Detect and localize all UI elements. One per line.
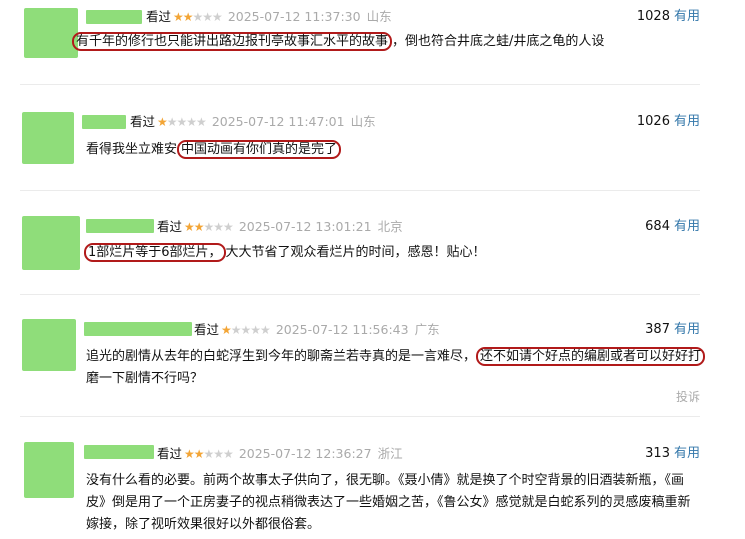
vote-area: 313 有用 xyxy=(645,445,700,463)
comment-location: 北京 xyxy=(377,219,403,234)
watch-status: 看过 xyxy=(130,114,156,129)
comment-location: 广东 xyxy=(414,322,440,337)
star-icon: ★ xyxy=(157,115,168,129)
star-icon: ★★★★ xyxy=(230,323,271,337)
content-text: ，倒也符合井底之蛙/井底之龟的人设 xyxy=(392,34,605,49)
watch-status: 看过 xyxy=(146,9,172,24)
comment-time: 2025-07-12 11:47:01 xyxy=(211,114,345,129)
content-line: 没有什么看的必要。前两个故事太子供向了，很无聊。《聂小倩》就是换了个时空背景的旧… xyxy=(86,473,685,488)
comment-meta: 看过 ★★★★★ 2025-07-12 11:47:01 山东 xyxy=(130,113,376,131)
vote-count: 313 xyxy=(645,446,670,461)
comment-meta: 看过 ★★★★★ 2025-07-12 11:56:43 广东 xyxy=(194,321,440,339)
avatar[interactable] xyxy=(22,112,74,164)
content-line: 追光的剧情从去年的白蛇浮生到今年的聊斋兰若寺真的是一言难尽， 还不如请个好点的编剧… xyxy=(86,346,726,368)
vote-count: 387 xyxy=(645,322,670,337)
comment-content: 没有什么看的必要。前两个故事太子供向了，很无聊。《聂小倩》就是换了个时空背景的旧… xyxy=(86,470,726,536)
username[interactable] xyxy=(86,10,142,24)
star-icon: ★★ xyxy=(184,220,204,234)
comment-content: 1部烂片等于6部烂片， 大大节省了观众看烂片的时间，感恩！贴心！ xyxy=(84,242,704,264)
star-icon: ★ xyxy=(221,323,232,337)
useful-button[interactable]: 有用 xyxy=(674,322,700,337)
vote-area: 387 有用 xyxy=(645,321,700,339)
highlight-box: 1部烂片等于6部烂片， xyxy=(84,243,226,262)
avatar[interactable] xyxy=(24,442,74,498)
vote-area: 684 有用 xyxy=(645,218,700,236)
content-line: 皮》倒是用了一个正房妻子的视点稍微表达了一些婚姻之苦，《鲁公女》感觉就是白蛇系列… xyxy=(86,495,691,510)
comment-location: 浙江 xyxy=(377,446,403,461)
comment-content: 有千年的修行也只能讲出路边报刊亭故事汇水平的故事 ，倒也符合井底之蛙/井底之龟的人… xyxy=(72,31,712,53)
comment-meta: 看过 ★★★★★ 2025-07-12 12:36:27 浙江 xyxy=(157,445,403,463)
content-line: 嫁接，除了视听效果很好以外都很俗套。 xyxy=(86,517,321,532)
avatar[interactable] xyxy=(24,8,78,58)
vote-count: 1028 xyxy=(636,9,670,24)
comment-time: 2025-07-12 11:37:30 xyxy=(227,9,361,24)
star-icon: ★★★★ xyxy=(166,115,207,129)
highlight-box: 还不如请个好点的编剧或者可以好好打 xyxy=(476,347,706,366)
username[interactable] xyxy=(84,322,192,336)
comment-content: 看得我坐立难安 中国动画有你们真的是完了 xyxy=(86,139,706,161)
rating-stars: ★★★★★ xyxy=(173,10,223,24)
highlight-box: 有千年的修行也只能讲出路边报刊亭故事汇水平的故事 xyxy=(72,32,393,51)
username[interactable] xyxy=(84,445,154,459)
rating-stars: ★★★★★ xyxy=(184,447,234,461)
comment-time: 2025-07-12 13:01:21 xyxy=(238,219,372,234)
username[interactable] xyxy=(86,219,154,233)
vote-area: 1028 有用 xyxy=(637,8,700,26)
star-icon: ★★ xyxy=(184,447,204,461)
username[interactable] xyxy=(82,115,126,129)
comment-time: 2025-07-12 12:36:27 xyxy=(238,446,372,461)
report-button[interactable]: 投诉 xyxy=(676,388,700,405)
vote-area: 1026 有用 xyxy=(637,113,700,131)
divider xyxy=(20,416,700,417)
watch-status: 看过 xyxy=(157,446,183,461)
highlight-box: 中国动画有你们真的是完了 xyxy=(177,140,342,159)
star-icon: ★★★ xyxy=(203,447,234,461)
useful-button[interactable]: 有用 xyxy=(674,114,700,129)
divider xyxy=(20,84,700,85)
comment-time: 2025-07-12 11:56:43 xyxy=(275,322,409,337)
watch-status: 看过 xyxy=(194,322,220,337)
content-line: 磨一下剧情不行吗？ xyxy=(86,371,204,386)
star-icon: ★★ xyxy=(173,10,193,24)
divider xyxy=(20,294,700,295)
useful-button[interactable]: 有用 xyxy=(674,446,700,461)
comment-meta: 看过 ★★★★★ 2025-07-12 13:01:21 北京 xyxy=(157,218,403,236)
comment-meta: 看过 ★★★★★ 2025-07-12 11:37:30 山东 xyxy=(146,8,392,26)
watch-status: 看过 xyxy=(157,219,183,234)
divider xyxy=(20,190,700,191)
avatar[interactable] xyxy=(22,319,76,371)
star-icon: ★★★ xyxy=(192,10,223,24)
content-text: 追光的剧情从去年的白蛇浮生到今年的聊斋兰若寺真的是一言难尽， xyxy=(86,349,477,364)
useful-button[interactable]: 有用 xyxy=(674,219,700,234)
useful-button[interactable]: 有用 xyxy=(674,9,700,24)
content-text: 看得我坐立难安 xyxy=(86,142,178,157)
comment-location: 山东 xyxy=(350,114,376,129)
content-text: 大大节省了观众看烂片的时间，感恩！贴心！ xyxy=(225,245,486,260)
vote-count: 1026 xyxy=(636,114,670,129)
comment-location: 山东 xyxy=(366,9,392,24)
avatar[interactable] xyxy=(22,216,80,270)
vote-count: 684 xyxy=(645,219,670,234)
star-icon: ★★★ xyxy=(203,220,234,234)
rating-stars: ★★★★★ xyxy=(184,220,234,234)
comment-content: 追光的剧情从去年的白蛇浮生到今年的聊斋兰若寺真的是一言难尽， 还不如请个好点的编剧… xyxy=(86,346,726,390)
rating-stars: ★★★★★ xyxy=(157,115,207,129)
rating-stars: ★★★★★ xyxy=(221,323,271,337)
